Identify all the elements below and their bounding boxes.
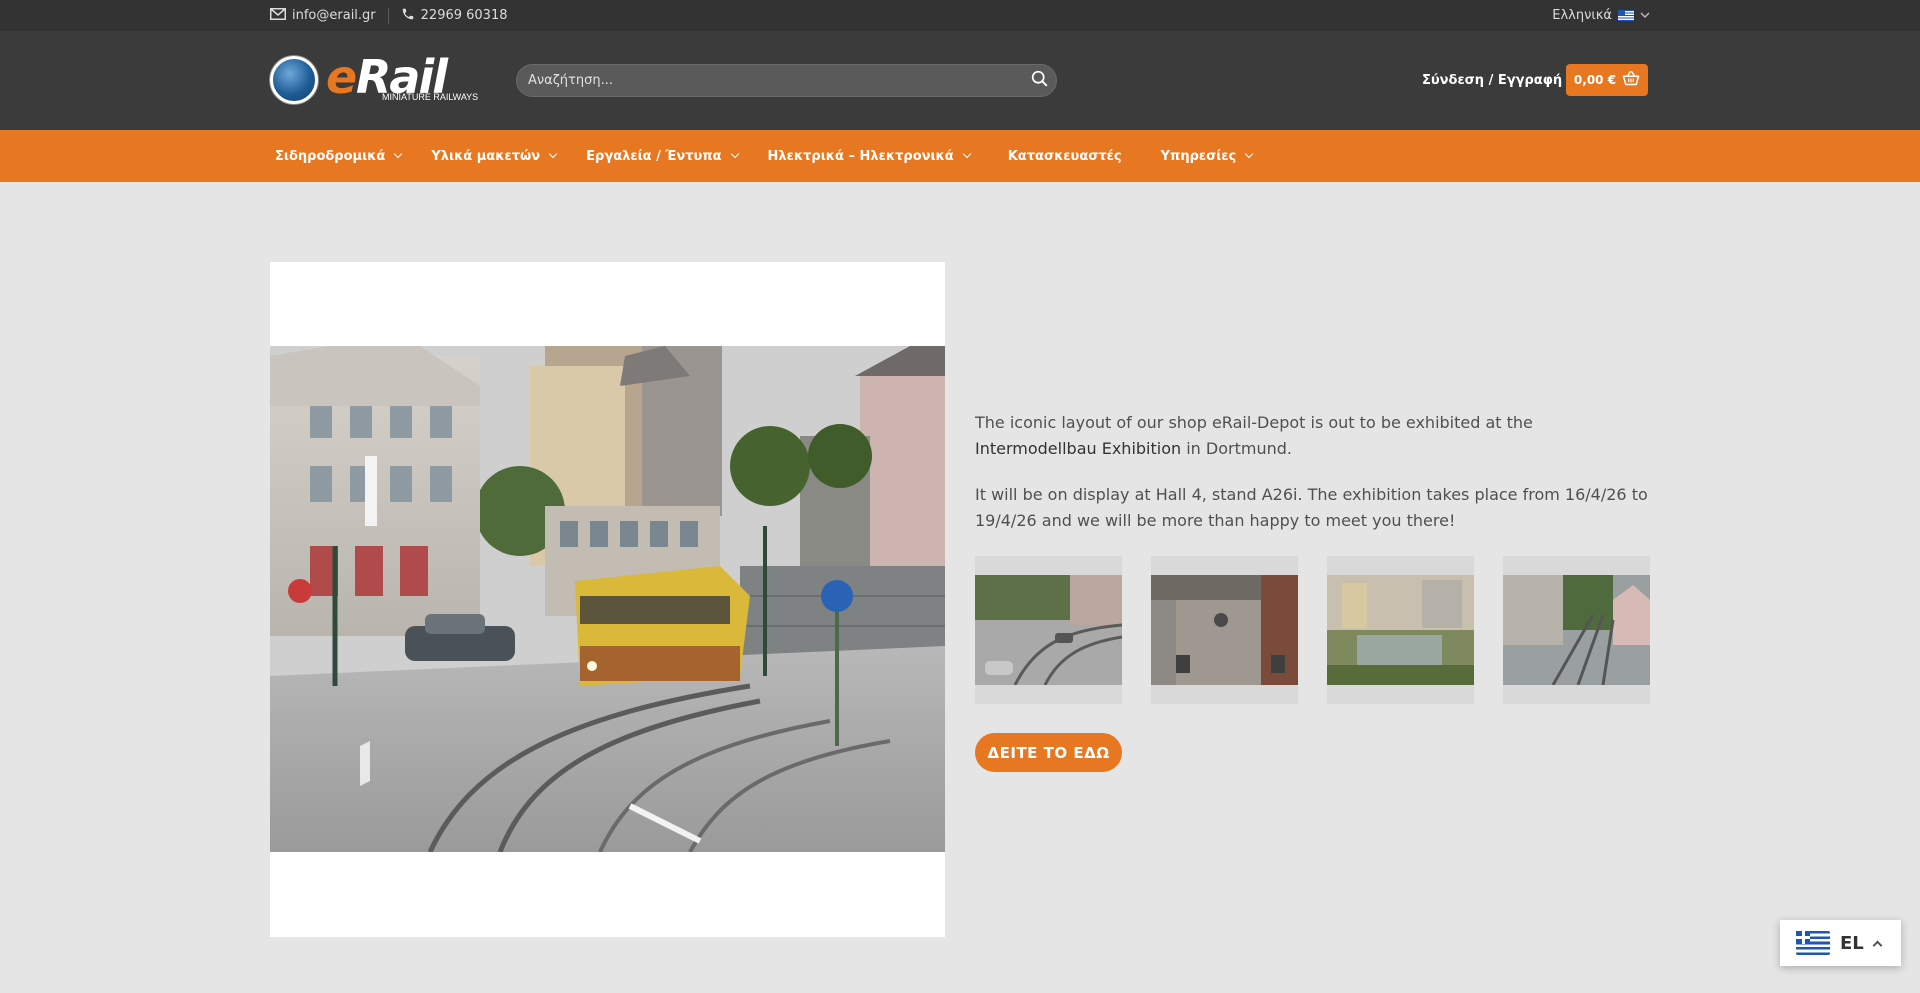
- site-logo[interactable]: e Rail MINIATURE RAILWAYS: [270, 50, 490, 106]
- logo-subtitle: MINIATURE RAILWAYS: [382, 92, 479, 102]
- nav-item-services[interactable]: Υπηρεσίες: [1160, 148, 1254, 164]
- phone-icon: [401, 7, 415, 25]
- gallery-thumbnail[interactable]: [975, 556, 1122, 704]
- chevron-down-icon: [730, 149, 739, 159]
- exhibition-description: The iconic layout of our shop eRail-Depo…: [975, 410, 1650, 554]
- email-link[interactable]: info@erail.gr: [270, 7, 376, 24]
- hero-image-card: [270, 262, 945, 937]
- cart-button[interactable]: 0,00 €: [1566, 64, 1648, 96]
- chevron-down-icon: [1640, 8, 1650, 23]
- intro-text-a: The iconic layout of our shop eRail-Depo…: [975, 413, 1533, 432]
- logo-e: e: [326, 50, 357, 104]
- nav-item-label: Εργαλεία / Έντυπα: [586, 148, 722, 164]
- thumbnail-image: [1503, 575, 1650, 685]
- cart-icon: [1622, 71, 1640, 89]
- nav-item-electrical-electronic[interactable]: Ηλεκτρικά – Ηλεκτρονικά: [767, 148, 971, 164]
- thumbnail-image: [1151, 575, 1298, 685]
- nav-item-label: Ηλεκτρικά – Ηλεκτρονικά: [767, 148, 954, 164]
- chevron-down-icon: [1245, 149, 1254, 159]
- nav-item-label: Υπηρεσίες: [1160, 148, 1237, 164]
- search-input[interactable]: [517, 73, 1022, 88]
- nav-item-label: Σιδηροδρομικά: [275, 148, 386, 164]
- search-box: [516, 64, 1057, 97]
- chevron-up-icon: [1872, 940, 1883, 950]
- see-it-here-button[interactable]: ΔΕΙΤΕ ΤΟ ΕΔΩ: [975, 733, 1122, 772]
- language-code: EL: [1840, 932, 1864, 954]
- paragraph-details: It will be on display at Hall 4, stand A…: [975, 485, 1648, 530]
- nav-item-layout-materials[interactable]: Υλικά μακετών: [431, 148, 558, 164]
- phone-text: 22969 60318: [420, 8, 508, 23]
- nav-item-railway[interactable]: Σιδηροδρομικά: [275, 148, 403, 164]
- nav-item-manufacturers[interactable]: Κατασκευαστές: [1008, 149, 1122, 164]
- paragraph-intro: The iconic layout of our shop eRail-Depo…: [975, 410, 1650, 462]
- intro-text-c: in Dortmund.: [1181, 439, 1292, 458]
- chevron-down-icon: [548, 149, 558, 159]
- language-dropdown[interactable]: Ελληνικά: [1552, 0, 1650, 31]
- gallery-thumbnail[interactable]: [1503, 556, 1650, 704]
- language-switcher[interactable]: EL: [1780, 920, 1901, 966]
- exhibition-name-link[interactable]: Intermodellbau Exhibition: [975, 439, 1181, 458]
- photo-gallery: [975, 556, 1650, 704]
- mail-icon: [270, 7, 286, 24]
- thumbnail-image: [1327, 575, 1474, 685]
- logo-globe-icon: [270, 56, 318, 104]
- gallery-thumbnail[interactable]: [1327, 556, 1474, 704]
- nav-item-label: Υλικά μακετών: [431, 148, 541, 164]
- contact-divider: [387, 7, 389, 24]
- cart-total: 0,00 €: [1573, 73, 1617, 87]
- search-button[interactable]: [1022, 64, 1056, 97]
- flag-greece-icon: [1618, 10, 1634, 21]
- language-label: Ελληνικά: [1552, 8, 1612, 23]
- flag-greece-icon: [1796, 931, 1830, 955]
- nav-item-tools-prints[interactable]: Εργαλεία / Έντυπα: [586, 148, 739, 164]
- chevron-down-icon: [394, 149, 403, 159]
- login-register-link[interactable]: Σύνδεση / Εγγραφή: [1422, 64, 1562, 97]
- chevron-down-icon: [962, 149, 971, 159]
- phone-link[interactable]: 22969 60318: [401, 7, 508, 25]
- contact-info: info@erail.gr 22969 60318: [270, 0, 508, 31]
- layout-photo[interactable]: [270, 346, 945, 852]
- nav-menu: Σιδηροδρομικά Υλικά μακετών Εργαλεία / Έ…: [270, 130, 1254, 182]
- nav-item-label: Κατασκευαστές: [1007, 148, 1122, 164]
- logo-wordmark: e Rail MINIATURE RAILWAYS: [326, 50, 490, 106]
- thumbnail-image: [975, 575, 1122, 685]
- main-navigation: Σιδηροδρομικά Υλικά μακετών Εργαλεία / Έ…: [0, 130, 1920, 182]
- top-bar: info@erail.gr 22969 60318 Ελληνικά: [0, 0, 1920, 31]
- search-icon: [1031, 70, 1048, 91]
- email-text: info@erail.gr: [292, 8, 376, 23]
- gallery-thumbnail[interactable]: [1151, 556, 1298, 704]
- site-header: e Rail MINIATURE RAILWAYS Σύνδεση / Εγγρ…: [0, 31, 1920, 130]
